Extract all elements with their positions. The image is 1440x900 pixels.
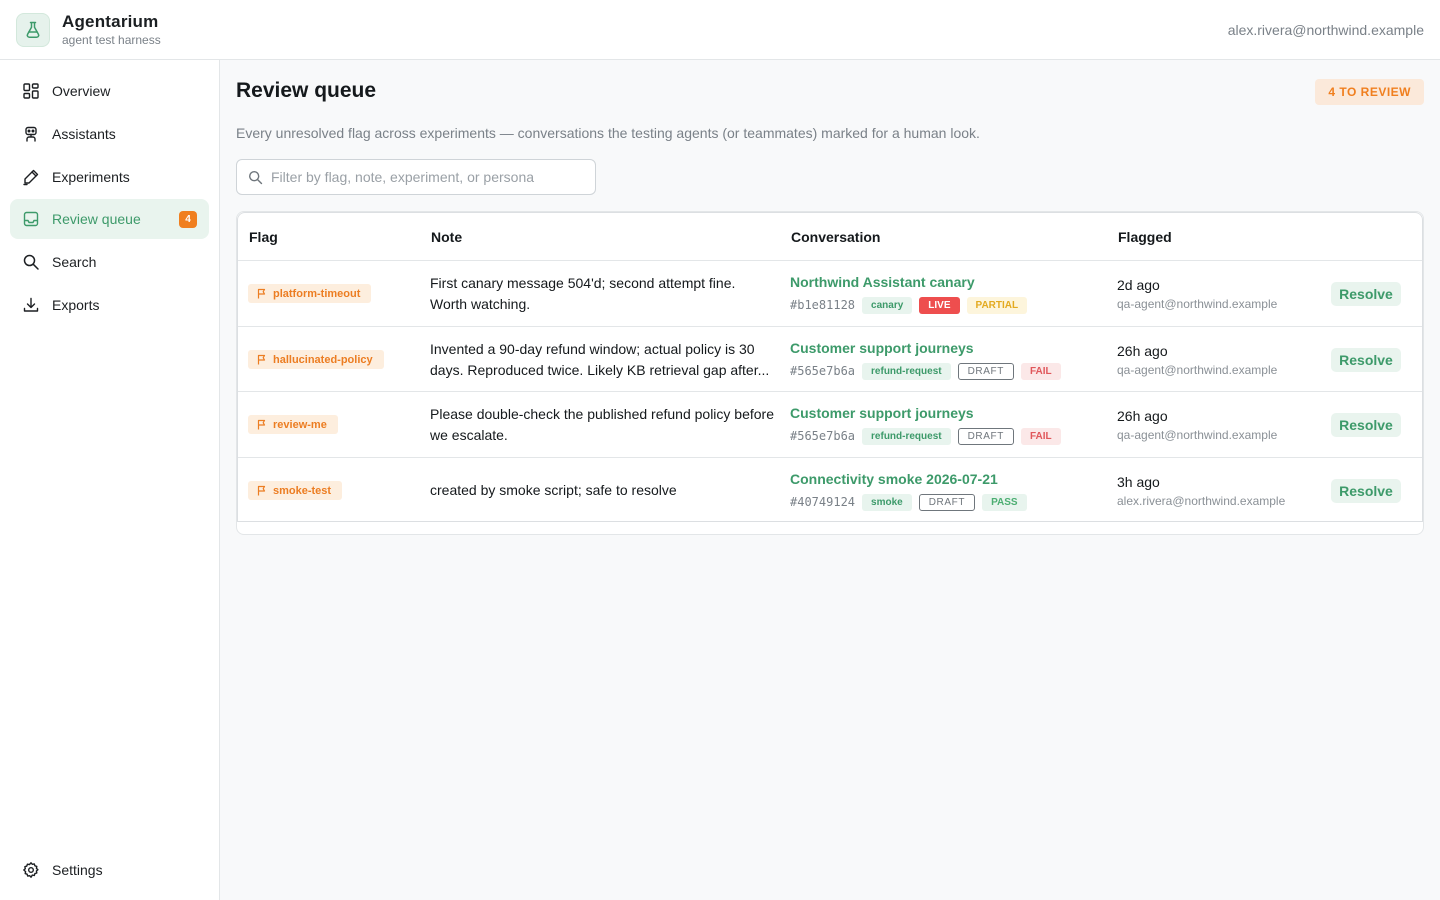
- inbox-icon: [23, 211, 39, 227]
- robot-icon: [25, 126, 37, 142]
- table-row[interactable]: hallucinated-policy Invented a 90-day re…: [238, 326, 1422, 392]
- flag-icon: [257, 354, 266, 365]
- top-bar: Agentarium agent test harness alex.river…: [0, 0, 1440, 60]
- flagged-by: qa-agent@northwind.example: [1117, 363, 1278, 377]
- flagged-time: 26h ago: [1117, 343, 1168, 359]
- note-text: First canary message 504'd; second attem…: [430, 275, 736, 312]
- column-header-note[interactable]: Note: [431, 229, 462, 245]
- sidebar-item-label: Review queue: [52, 211, 141, 227]
- scenario-tag: smoke: [862, 493, 912, 511]
- conversation-link[interactable]: Northwind Assistant canary: [790, 274, 975, 290]
- flagged-by: qa-agent@northwind.example: [1117, 297, 1278, 311]
- conversation-meta: #565e7b6a refund-request DRAFT FAIL: [790, 427, 1068, 445]
- column-header-flagged[interactable]: Flagged: [1118, 229, 1172, 245]
- flag-icon: [257, 288, 266, 299]
- sidebar-item-exports[interactable]: Exports: [10, 285, 209, 325]
- status-badge: DRAFT: [957, 427, 1014, 445]
- resolve-button[interactable]: Resolve: [1331, 413, 1401, 437]
- status-badge: LIVE: [919, 296, 960, 314]
- resolve-button[interactable]: Resolve: [1331, 348, 1401, 372]
- page-description: Every unresolved flag across experiments…: [236, 125, 980, 141]
- sidebar-item-label: Search: [52, 254, 97, 270]
- sidebar-item-label: Overview: [52, 83, 111, 99]
- flagged-time: 3h ago: [1117, 474, 1160, 490]
- flagged-by: alex.rivera@northwind.example: [1117, 494, 1286, 508]
- result-badge: FAIL: [1020, 362, 1061, 380]
- flag-label: hallucinated-policy: [273, 353, 373, 366]
- page-title: Review queue: [236, 79, 377, 102]
- flag-chip: smoke-test: [248, 481, 343, 500]
- flag-icon: [257, 419, 266, 430]
- flask-logo-icon: [16, 13, 50, 47]
- flag-chip: hallucinated-policy: [248, 350, 384, 369]
- conversation-link[interactable]: Customer support journeys: [790, 405, 974, 421]
- conversation-id: #40749124: [790, 495, 856, 509]
- conversation-meta: #565e7b6a refund-request DRAFT FAIL: [790, 362, 1068, 380]
- note-text: Invented a 90-day refund window; actual …: [430, 341, 770, 378]
- sidebar-item-label: Assistants: [52, 126, 116, 142]
- result-badge: FAIL: [1020, 427, 1061, 445]
- column-header-flag[interactable]: Flag: [249, 229, 278, 245]
- gear-icon: [23, 862, 39, 878]
- conversation-link[interactable]: Customer support journeys: [790, 340, 974, 356]
- conversation-meta: #40749124 smoke DRAFT PASS: [790, 493, 1034, 511]
- note-text: Please double-check the published refund…: [430, 406, 775, 443]
- resolve-button[interactable]: Resolve: [1331, 479, 1401, 503]
- table-row[interactable]: review-me Please double-check the publis…: [238, 391, 1422, 457]
- conversation-meta: #b1e81128 canary LIVE PARTIAL: [790, 296, 1034, 314]
- flag-label: smoke-test: [273, 484, 332, 497]
- resolve-button[interactable]: Resolve: [1331, 282, 1401, 306]
- flask-pen-icon: [23, 169, 39, 186]
- scenario-tag: refund-request: [862, 427, 951, 445]
- note-text: created by smoke script; safe to resolve: [430, 482, 677, 498]
- search-icon: [248, 170, 263, 185]
- dashboard-icon: [23, 83, 39, 99]
- conversation-id: #565e7b6a: [790, 364, 856, 378]
- scenario-tag: canary: [862, 296, 913, 314]
- table-row[interactable]: platform-timeout First canary message 50…: [238, 260, 1422, 326]
- download-icon: [23, 297, 39, 312]
- review-table: Flag Note Conversation Flagged platform-…: [236, 211, 1424, 535]
- table-row[interactable]: smoke-test created by smoke script; safe…: [238, 457, 1422, 523]
- app-subtitle: agent test harness: [62, 33, 161, 47]
- sidebar-item-review-queue[interactable]: Review queue 4: [10, 199, 209, 239]
- sidebar-item-label: Experiments: [52, 169, 130, 185]
- search-box: [236, 159, 596, 195]
- conversation-id: #565e7b6a: [790, 429, 856, 443]
- result-badge: PARTIAL: [966, 296, 1028, 314]
- review-count-badge-header: 4 TO REVIEW: [1315, 79, 1424, 105]
- search-input[interactable]: [271, 160, 587, 194]
- review-count-badge: 4: [179, 211, 197, 228]
- search-icon: [23, 254, 39, 270]
- flag-chip: platform-timeout: [248, 284, 372, 303]
- scenario-tag: refund-request: [862, 362, 951, 380]
- flag-label: review-me: [273, 418, 327, 431]
- sidebar-item-assistants[interactable]: Assistants: [10, 114, 209, 154]
- flag-icon: [257, 485, 266, 496]
- column-header-conversation[interactable]: Conversation: [791, 229, 880, 245]
- sidebar: Overview Assistants Experiments Review q…: [0, 60, 220, 900]
- sidebar-item-experiments[interactable]: Experiments: [10, 157, 209, 197]
- conversation-link[interactable]: Connectivity smoke 2026-07-21: [790, 471, 998, 487]
- status-badge: DRAFT: [918, 493, 976, 511]
- flag-chip: review-me: [248, 415, 338, 434]
- flag-label: platform-timeout: [273, 287, 361, 300]
- table-body: Flag Note Conversation Flagged platform-…: [237, 212, 1423, 522]
- flagged-time: 2d ago: [1117, 277, 1160, 293]
- sidebar-item-label: Settings: [52, 862, 103, 878]
- sidebar-item-label: Exports: [52, 297, 100, 313]
- conversation-id: #b1e81128: [790, 298, 856, 312]
- flagged-time: 26h ago: [1117, 408, 1168, 424]
- status-badge: DRAFT: [957, 362, 1014, 380]
- result-badge: PASS: [982, 493, 1027, 511]
- sidebar-item-overview[interactable]: Overview: [10, 71, 209, 111]
- user-email[interactable]: alex.rivera@northwind.example: [1228, 22, 1424, 38]
- app-title: Agentarium: [62, 12, 159, 31]
- flagged-by: qa-agent@northwind.example: [1117, 428, 1278, 442]
- sidebar-item-settings[interactable]: Settings: [10, 850, 209, 890]
- main-content: Review queue 4 TO REVIEW Every unresolve…: [220, 60, 1440, 900]
- sidebar-item-search[interactable]: Search: [10, 242, 209, 282]
